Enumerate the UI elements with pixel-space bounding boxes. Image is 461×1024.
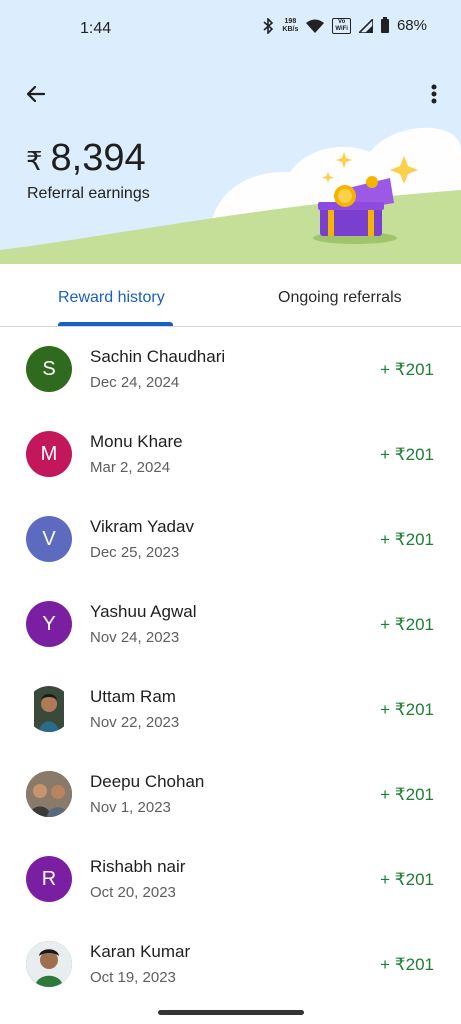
status-icons: 198 KB/s Vo WiFi 68% [262, 16, 427, 34]
reward-amount: + ₹201 [380, 615, 434, 634]
referral-name: Rishabh nair [90, 857, 186, 876]
reward-date: Dec 25, 2023 [90, 544, 180, 561]
referral-name: Monu Khare [90, 432, 183, 451]
active-tab-indicator [58, 322, 173, 326]
reward-date: Oct 20, 2023 [90, 884, 176, 901]
back-button[interactable] [22, 80, 50, 108]
profile-photo-icon [26, 941, 72, 987]
referral-name: Yashuu Agwal [90, 602, 197, 621]
vowifi-bottom: WiFi [335, 25, 348, 32]
tab-ongoing-referrals[interactable]: Ongoing referrals [278, 289, 402, 307]
vowifi-badge: Vo WiFi [332, 17, 351, 34]
avatar-photo [26, 686, 72, 732]
reward-date: Nov 22, 2023 [90, 714, 180, 731]
reward-amount: + ₹201 [380, 955, 434, 974]
reward-amount: + ₹201 [380, 360, 434, 379]
referral-name: Deepu Chohan [90, 772, 205, 791]
home-indicator[interactable] [158, 1010, 304, 1015]
more-vert-icon [431, 84, 437, 104]
bluetooth-icon [263, 17, 274, 34]
list-item[interactable]: Deepu Chohan Nov 1, 2023 + ₹201 [0, 752, 461, 837]
arrow-left-icon [26, 85, 46, 103]
earnings-amount: ₹ 8,394 [26, 137, 146, 180]
treasure-chest-illustration [313, 152, 418, 244]
list-item[interactable]: M Monu Khare Mar 2, 2024 + ₹201 [0, 412, 461, 497]
network-speed-value: 198 [284, 17, 297, 25]
reward-date: Mar 2, 2024 [90, 459, 171, 476]
tab-reward-history[interactable]: Reward history [58, 289, 165, 307]
status-time: 1:44 [80, 20, 112, 37]
status-bar: 1:44 198 KB/s Vo WiFi 68% [0, 0, 461, 58]
reward-date: Dec 24, 2024 [90, 374, 180, 391]
profile-photo-icon [26, 771, 72, 817]
tab-bar: Reward history Ongoing referrals [0, 264, 461, 327]
referral-name: Sachin Chaudhari [90, 347, 226, 366]
signal-icon [358, 18, 373, 33]
reward-amount: + ₹201 [380, 700, 434, 719]
network-speed: 198 KB/s [282, 18, 298, 34]
network-speed-unit: KB/s [282, 25, 299, 33]
avatar: M [26, 431, 72, 477]
reward-date: Oct 19, 2023 [90, 969, 176, 986]
reward-amount: + ₹201 [380, 530, 434, 549]
avatar-photo [26, 941, 72, 987]
earnings-label: Referral earnings [27, 185, 150, 202]
avatar-photo [26, 771, 72, 817]
battery-percent: 68% [396, 17, 427, 34]
list-item[interactable]: R Rishabh nair Oct 20, 2023 + ₹201 [0, 837, 461, 922]
more-options-button[interactable] [420, 80, 448, 108]
currency-symbol: ₹ [26, 146, 43, 176]
list-item[interactable]: V Vikram Yadav Dec 25, 2023 + ₹201 [0, 497, 461, 582]
reward-date: Nov 1, 2023 [90, 799, 171, 816]
profile-photo-icon [34, 686, 64, 732]
header-banner: 1:44 198 KB/s Vo WiFi 68% ₹ 8,394 Referr… [0, 0, 461, 264]
avatar: S [26, 346, 72, 392]
list-item[interactable]: Karan Kumar Oct 19, 2023 + ₹201 [0, 922, 461, 1007]
list-item[interactable]: S Sachin Chaudhari Dec 24, 2024 + ₹201 [0, 327, 461, 412]
reward-amount: + ₹201 [380, 785, 434, 804]
list-item[interactable]: Uttam Ram Nov 22, 2023 + ₹201 [0, 667, 461, 752]
referral-name: Karan Kumar [90, 942, 191, 961]
reward-amount: + ₹201 [380, 445, 434, 464]
vowifi-top: Vo [338, 18, 346, 25]
avatar: R [26, 856, 72, 902]
avatar: Y [26, 601, 72, 647]
battery-icon [380, 16, 389, 33]
amount-value: 8,394 [50, 137, 146, 179]
reward-date: Nov 24, 2023 [90, 629, 180, 646]
reward-amount: + ₹201 [380, 870, 434, 889]
list-item[interactable]: Y Yashuu Agwal Nov 24, 2023 + ₹201 [0, 582, 461, 667]
referral-name: Uttam Ram [90, 687, 176, 706]
referral-name: Vikram Yadav [90, 517, 194, 536]
avatar: V [26, 516, 72, 562]
wifi-icon [306, 19, 325, 33]
